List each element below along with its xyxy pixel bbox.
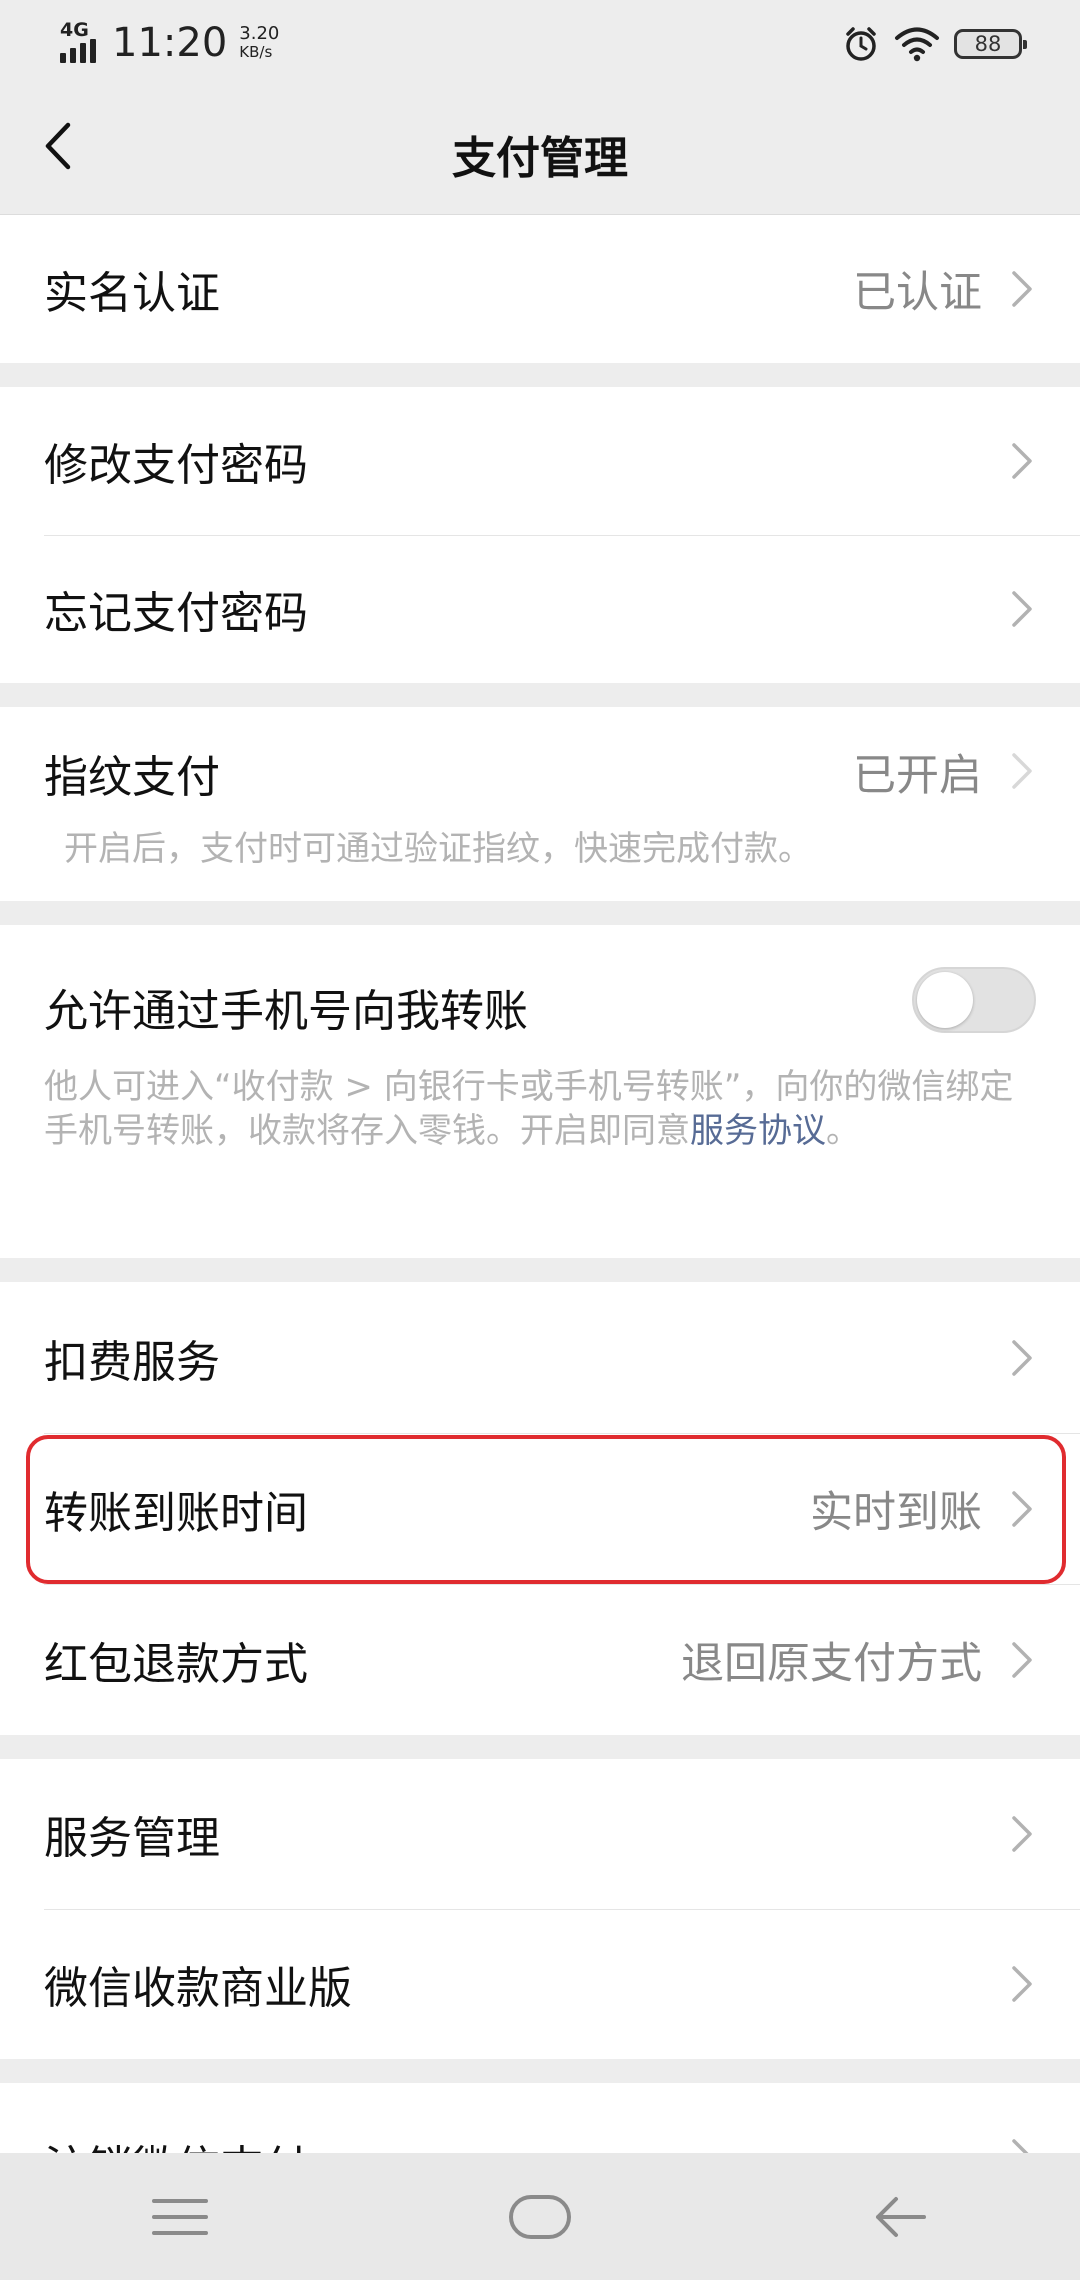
group-phone-transfer: 允许通过手机号向我转账 他人可进入“收付款 > 向银行卡或手机号转账”，向你的微… xyxy=(0,925,1080,1258)
row-merchant-edition[interactable]: 微信收款商业版 xyxy=(0,1909,1080,2059)
chevron-right-icon xyxy=(1012,753,1032,789)
row-label: 微信收款商业版 xyxy=(44,1963,352,2014)
row-label: 修改支付密码 xyxy=(44,440,308,491)
battery-icon: 88 xyxy=(954,29,1027,59)
description-end: 。 xyxy=(826,1111,860,1151)
chevron-right-icon xyxy=(1012,1339,1032,1376)
chevron-right-icon xyxy=(1012,1641,1032,1678)
fingerprint-description: 开启后，支付时可通过验证指纹，快速完成付款。 xyxy=(64,829,812,869)
phone-transfer-toggle[interactable] xyxy=(912,967,1036,1033)
chevron-right-icon xyxy=(1012,1966,1032,2002)
status-right: 88 xyxy=(842,22,1027,66)
speed-unit: KB/s xyxy=(239,43,273,61)
row-service-manage[interactable]: 服务管理 xyxy=(0,1759,1080,1909)
row-label: 指纹支付 xyxy=(44,752,220,803)
menu-button[interactable] xyxy=(120,2177,240,2257)
chevron-right-icon xyxy=(1012,1490,1032,1527)
speed-value: 3.20 xyxy=(239,23,280,44)
group-manage: 服务管理 微信收款商业版 xyxy=(0,1759,1080,2059)
row-fingerprint-pay[interactable]: 指纹支付 已开启 xyxy=(0,707,1080,837)
row-value: 退回原支付方式 xyxy=(681,1638,982,1689)
battery-level: 88 xyxy=(974,32,1002,56)
clock: 11:20 xyxy=(112,20,228,66)
row-label: 忘记支付密码 xyxy=(44,588,308,639)
status-bar: 4G 11:20 3.20 KB/s 88 xyxy=(0,0,1080,86)
row-label: 转账到账时间 xyxy=(44,1487,308,1539)
status-left: 4G 11:20 3.20 KB/s xyxy=(58,18,279,68)
chevron-right-icon xyxy=(1012,591,1032,627)
system-back-button[interactable] xyxy=(840,2177,960,2257)
row-value: 实时到账 xyxy=(810,1487,982,1538)
wifi-icon xyxy=(895,27,939,62)
home-button[interactable] xyxy=(480,2177,600,2257)
settings-list: 实名认证 已认证 修改支付密码 忘记支付密码 指纹支付 已开启 开启后，支付时可… xyxy=(0,215,1080,2257)
group-services: 扣费服务 转账到账时间 实时到账 红包退款方式 退回原支付方式 xyxy=(0,1282,1080,1735)
row-label: 扣费服务 xyxy=(44,1336,220,1388)
row-transfer-time[interactable]: 转账到账时间 实时到账 xyxy=(0,1433,1080,1584)
row-forgot-password[interactable]: 忘记支付密码 xyxy=(0,535,1080,683)
nav-bar: 支付管理 xyxy=(0,86,1080,215)
network-type: 4G xyxy=(60,19,89,41)
network-speed: 3.20 KB/s xyxy=(239,23,280,62)
page-title: 支付管理 xyxy=(452,133,628,184)
row-label: 红包退款方式 xyxy=(44,1638,308,1690)
alarm-icon xyxy=(846,27,876,61)
toggle-knob xyxy=(917,972,973,1028)
group-password: 修改支付密码 忘记支付密码 xyxy=(0,387,1080,683)
chevron-right-icon xyxy=(1012,443,1032,479)
chevron-right-icon xyxy=(1012,271,1032,307)
signal-icon: 4G xyxy=(58,19,106,67)
description-text: 他人可进入“收付款 > 向银行卡或手机号转账”，向你的微信绑定手机号转账，收款将… xyxy=(44,1067,1014,1151)
group-identity: 实名认证 已认证 xyxy=(0,215,1080,363)
back-icon xyxy=(876,2196,926,2237)
service-agreement-link[interactable]: 服务协议 xyxy=(690,1111,826,1151)
row-change-password[interactable]: 修改支付密码 xyxy=(0,387,1080,535)
row-value: 已开启 xyxy=(853,751,982,801)
group-fingerprint: 指纹支付 已开启 开启后，支付时可通过验证指纹，快速完成付款。 xyxy=(0,707,1080,901)
row-label: 服务管理 xyxy=(44,1813,220,1864)
phone-transfer-label: 允许通过手机号向我转账 xyxy=(44,986,528,1037)
menu-icon xyxy=(152,2198,208,2235)
phone-transfer-description: 他人可进入“收付款 > 向银行卡或手机号转账”，向你的微信绑定手机号转账，收款将… xyxy=(44,1065,1036,1153)
system-nav-bar xyxy=(0,2153,1080,2280)
row-deduction-service[interactable]: 扣费服务 xyxy=(0,1282,1080,1433)
row-label: 实名认证 xyxy=(44,268,220,319)
row-real-name[interactable]: 实名认证 已认证 xyxy=(0,215,1080,363)
row-value: 已认证 xyxy=(853,268,982,318)
chevron-right-icon xyxy=(1012,1816,1032,1852)
home-icon xyxy=(509,2194,571,2239)
row-red-packet-refund[interactable]: 红包退款方式 退回原支付方式 xyxy=(0,1584,1080,1735)
